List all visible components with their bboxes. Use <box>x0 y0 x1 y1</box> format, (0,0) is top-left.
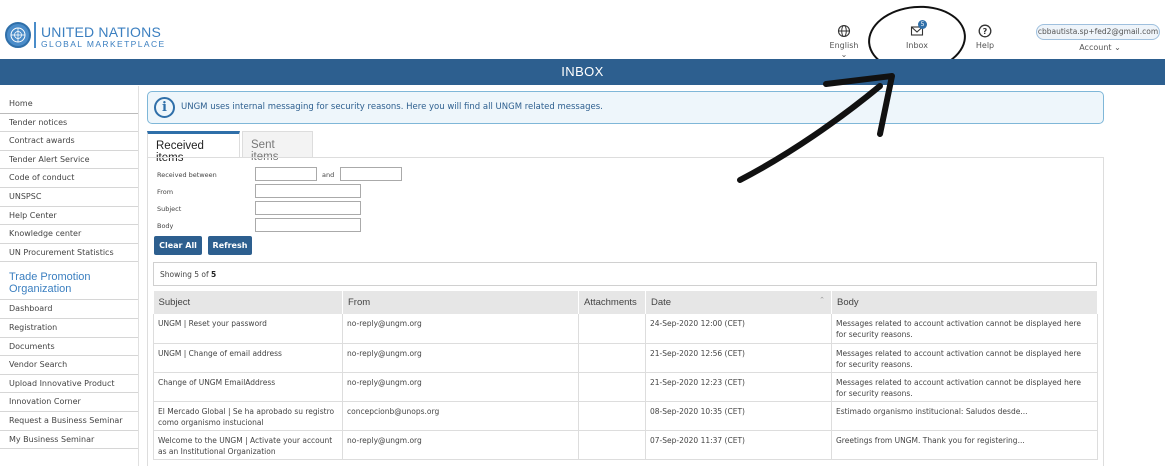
tab-received-items[interactable]: Received items <box>147 131 240 164</box>
messages-table: Subject From Attachments Date ⌃ Body UNGM… <box>153 291 1098 460</box>
sidebar-item-vendor-search[interactable]: Vendor Search <box>0 356 138 375</box>
column-header-attachments[interactable]: Attachments <box>578 291 646 314</box>
cell-date: 21-Sep-2020 12:23 (CET) <box>645 372 832 402</box>
subject-input[interactable] <box>255 201 361 215</box>
hand-drawn-arrow-annotation <box>737 73 895 183</box>
sidebar-item-un-procurement-statistics[interactable]: UN Procurement Statistics <box>0 244 138 263</box>
column-header-date[interactable]: Date ⌃ <box>645 291 832 314</box>
brand-title[interactable]: UNITED NATIONS <box>41 24 161 40</box>
language-selector[interactable]: English ⌄ <box>826 24 862 59</box>
globe-icon <box>837 24 851 38</box>
clear-all-button[interactable]: Clear All <box>154 236 202 255</box>
table-row[interactable]: Change of UNGM EmailAddress no-reply@ung… <box>153 372 1098 402</box>
cell-subject[interactable]: El Mercado Global | Se ha aprobado su re… <box>153 401 343 431</box>
sidebar-item-request-business-seminar[interactable]: Request a Business Seminar <box>0 412 138 431</box>
sidebar-item-dashboard[interactable]: Dashboard <box>0 300 138 319</box>
table-row[interactable]: El Mercado Global | Se ha aprobado su re… <box>153 401 1098 431</box>
body-input[interactable] <box>255 218 361 232</box>
sidebar-item-innovation-corner[interactable]: Innovation Corner <box>0 393 138 412</box>
help-button[interactable]: ? Help <box>970 24 1000 50</box>
from-label: From <box>157 188 174 196</box>
cell-date: 24-Sep-2020 12:00 (CET) <box>645 314 832 344</box>
brand-subtitle[interactable]: GLOBAL MARKETPLACE <box>41 39 166 49</box>
chevron-down-icon: ⌄ <box>840 50 848 59</box>
sidebar-item-knowledge-center[interactable]: Knowledge center <box>0 225 138 244</box>
received-to-date-input[interactable] <box>340 167 402 181</box>
sidebar-section-title: Trade Promotion Organization <box>0 262 138 301</box>
sidebar-item-tender-notices[interactable]: Tender notices <box>0 114 138 133</box>
results-count: Showing 5 of 5 <box>153 262 1097 286</box>
page-title-banner: INBOX <box>0 59 1165 85</box>
column-header-subject[interactable]: Subject <box>153 291 343 314</box>
results-count-prefix: Showing 5 of <box>160 270 211 279</box>
sidebar-item-contract-awards[interactable]: Contract awards <box>0 132 138 151</box>
received-between-label: Received between <box>157 171 217 179</box>
svg-text:?: ? <box>983 27 988 36</box>
cell-from: no-reply@ungm.org <box>342 343 579 373</box>
info-icon: i <box>154 97 175 118</box>
column-header-body[interactable]: Body <box>831 291 1098 314</box>
sidebar-item-code-of-conduct[interactable]: Code of conduct <box>0 169 138 188</box>
sidebar-divider <box>138 86 139 466</box>
cell-body: Messages related to account activation c… <box>831 372 1098 402</box>
account-menu[interactable]: Account ⌄ <box>1070 43 1130 52</box>
table-header-row: Subject From Attachments Date ⌃ Body <box>153 291 1098 314</box>
page-title: INBOX <box>561 64 604 79</box>
refresh-button[interactable]: Refresh <box>208 236 252 255</box>
cell-body: Messages related to account activation c… <box>831 343 1098 373</box>
from-input[interactable] <box>255 184 361 198</box>
account-email[interactable]: cbbautista.sp+fed2@gmail.com <box>1036 24 1160 40</box>
sort-icon: ⌃ <box>819 297 825 304</box>
cell-from: no-reply@ungm.org <box>342 430 579 460</box>
brand-divider <box>34 22 36 48</box>
body-label: Body <box>157 222 174 230</box>
table-row[interactable]: UNGM | Reset your password no-reply@ungm… <box>153 314 1098 344</box>
info-alert: i UNGM uses internal messaging for secur… <box>147 91 1104 124</box>
cell-from: no-reply@ungm.org <box>342 372 579 402</box>
cell-date: 08-Sep-2020 10:35 (CET) <box>645 401 832 431</box>
subject-label: Subject <box>157 205 182 213</box>
cell-attachments <box>578 401 646 431</box>
cell-subject[interactable]: UNGM | Reset your password <box>153 314 343 344</box>
cell-body: Estimado organismo institucional: Saludo… <box>831 401 1098 431</box>
table-row[interactable]: Welcome to the UNGM | Activate your acco… <box>153 430 1098 460</box>
help-icon: ? <box>978 24 992 38</box>
cell-attachments <box>578 343 646 373</box>
tab-sent-items[interactable]: Sent items <box>242 131 313 163</box>
cell-date: 21-Sep-2020 12:56 (CET) <box>645 343 832 373</box>
cell-from: no-reply@ungm.org <box>342 314 579 344</box>
results-count-total: 5 <box>211 270 217 279</box>
received-from-date-input[interactable] <box>255 167 317 181</box>
top-header: UNITED NATIONS GLOBAL MARKETPLACE Englis… <box>0 0 1165 77</box>
chevron-down-icon: ⌄ <box>1114 43 1121 52</box>
column-header-from[interactable]: From <box>342 291 579 314</box>
sidebar-item-my-business-seminar[interactable]: My Business Seminar <box>0 431 138 450</box>
cell-body: Greetings from UNGM. Thank you for regis… <box>831 430 1098 460</box>
info-text: UNGM uses internal messaging for securit… <box>181 102 603 112</box>
cell-attachments <box>578 372 646 402</box>
cell-attachments <box>578 430 646 460</box>
cell-subject[interactable]: UNGM | Change of email address <box>153 343 343 373</box>
cell-date: 07-Sep-2020 11:37 (CET) <box>645 430 832 460</box>
sidebar-item-unspsc[interactable]: UNSPSC <box>0 188 138 207</box>
table-row[interactable]: UNGM | Change of email address no-reply@… <box>153 343 1098 373</box>
cell-attachments <box>578 314 646 344</box>
sidebar: Home Tender notices Contract awards Tend… <box>0 95 138 450</box>
cell-subject[interactable]: Welcome to the UNGM | Activate your acco… <box>153 430 343 460</box>
sidebar-item-documents[interactable]: Documents <box>0 338 138 357</box>
cell-subject[interactable]: Change of UNGM EmailAddress <box>153 372 343 402</box>
cell-from: concepcionb@unops.org <box>342 401 579 431</box>
language-label: English <box>829 41 859 50</box>
sidebar-item-help-center[interactable]: Help Center <box>0 207 138 226</box>
sidebar-item-home[interactable]: Home <box>0 95 138 114</box>
help-label: Help <box>975 41 995 50</box>
account-label: Account <box>1079 43 1112 52</box>
sidebar-item-registration[interactable]: Registration <box>0 319 138 338</box>
sidebar-item-tender-alert-service[interactable]: Tender Alert Service <box>0 151 138 170</box>
sidebar-item-upload-innovative-product[interactable]: Upload Innovative Product <box>0 375 138 394</box>
column-header-date-label: Date <box>651 297 672 308</box>
un-emblem-icon[interactable] <box>5 22 31 48</box>
cell-body: Messages related to account activation c… <box>831 314 1098 344</box>
and-label: and <box>322 171 335 179</box>
